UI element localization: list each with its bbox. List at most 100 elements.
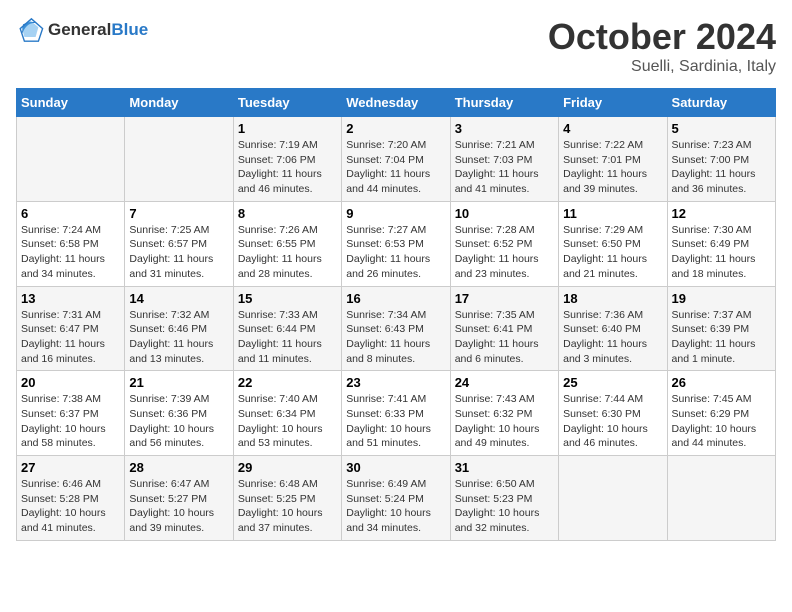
calendar-cell: 31 Sunrise: 6:50 AMSunset: 5:23 PMDayligh…: [450, 456, 558, 541]
calendar-cell: 24Sunrise: 7:43 AMSunset: 6:32 PMDayligh…: [450, 371, 558, 456]
day-detail: Sunrise: 7:34 AMSunset: 6:43 PMDaylight:…: [346, 309, 430, 365]
logo-text-general: General: [48, 20, 111, 39]
day-detail: Sunrise: 7:45 AMSunset: 6:29 PMDaylight:…: [672, 393, 757, 449]
day-number: 13: [21, 291, 120, 306]
calendar-header-row: SundayMondayTuesdayWednesdayThursdayFrid…: [17, 89, 776, 117]
day-detail: Sunrise: 6:49 AMSunset: 5:24 PMDaylight:…: [346, 478, 431, 534]
day-detail: Sunrise: 7:39 AMSunset: 6:36 PMDaylight:…: [129, 393, 214, 449]
calendar-cell: 3 Sunrise: 7:21 AMSunset: 7:03 PMDaylight…: [450, 117, 558, 202]
day-number: 26: [672, 375, 771, 390]
col-header-thursday: Thursday: [450, 89, 558, 117]
calendar-cell: 9 Sunrise: 7:27 AMSunset: 6:53 PMDaylight…: [342, 201, 450, 286]
calendar-week-2: 6Sunrise: 7:24 AMSunset: 6:58 PMDaylight…: [17, 201, 776, 286]
day-number: 27: [21, 460, 120, 475]
day-number: 15: [238, 291, 337, 306]
calendar-cell: [125, 117, 233, 202]
day-number: 21: [129, 375, 228, 390]
calendar-cell: 23 Sunrise: 7:41 AMSunset: 6:33 PMDayligh…: [342, 371, 450, 456]
day-number: 1: [238, 121, 337, 136]
day-detail: Sunrise: 7:38 AMSunset: 6:37 PMDaylight:…: [21, 393, 106, 449]
calendar-cell: 20 Sunrise: 7:38 AMSunset: 6:37 PMDayligh…: [17, 371, 125, 456]
day-detail: Sunrise: 6:50 AMSunset: 5:23 PMDaylight:…: [455, 478, 540, 534]
logo-text-blue: Blue: [111, 20, 148, 39]
day-number: 7: [129, 206, 228, 221]
day-detail: Sunrise: 7:31 AMSunset: 6:47 PMDaylight:…: [21, 309, 105, 365]
day-detail: Sunrise: 7:26 AMSunset: 6:55 PMDaylight:…: [238, 224, 322, 280]
col-header-sunday: Sunday: [17, 89, 125, 117]
calendar-cell: 27 Sunrise: 6:46 AMSunset: 5:28 PMDayligh…: [17, 456, 125, 541]
calendar-week-1: 1 Sunrise: 7:19 AMSunset: 7:06 PMDaylight…: [17, 117, 776, 202]
calendar-cell: 29 Sunrise: 6:48 AMSunset: 5:25 PMDayligh…: [233, 456, 341, 541]
day-number: 4: [563, 121, 662, 136]
day-detail: Sunrise: 7:29 AMSunset: 6:50 PMDaylight:…: [563, 224, 647, 280]
calendar-cell: 4 Sunrise: 7:22 AMSunset: 7:01 PMDaylight…: [559, 117, 667, 202]
day-number: 31: [455, 460, 554, 475]
calendar-cell: [17, 117, 125, 202]
calendar-cell: 21 Sunrise: 7:39 AMSunset: 6:36 PMDayligh…: [125, 371, 233, 456]
day-number: 17: [455, 291, 554, 306]
logo: GeneralBlue: [16, 16, 148, 44]
calendar-cell: 17 Sunrise: 7:35 AMSunset: 6:41 PMDayligh…: [450, 286, 558, 371]
title-block: October 2024 Suelli, Sardinia, Italy: [548, 16, 776, 76]
calendar-cell: 26 Sunrise: 7:45 AMSunset: 6:29 PMDayligh…: [667, 371, 775, 456]
day-detail: Sunrise: 7:25 AMSunset: 6:57 PMDaylight:…: [129, 224, 213, 280]
calendar-cell: [559, 456, 667, 541]
day-number: 11: [563, 206, 662, 221]
day-detail: Sunrise: 7:33 AMSunset: 6:44 PMDaylight:…: [238, 309, 322, 365]
col-header-wednesday: Wednesday: [342, 89, 450, 117]
col-header-tuesday: Tuesday: [233, 89, 341, 117]
calendar-cell: 28 Sunrise: 6:47 AMSunset: 5:27 PMDayligh…: [125, 456, 233, 541]
day-detail: Sunrise: 6:46 AMSunset: 5:28 PMDaylight:…: [21, 478, 106, 534]
day-number: 16: [346, 291, 445, 306]
day-detail: Sunrise: 7:41 AMSunset: 6:33 PMDaylight:…: [346, 393, 431, 449]
day-number: 25: [563, 375, 662, 390]
calendar-cell: 10Sunrise: 7:28 AMSunset: 6:52 PMDayligh…: [450, 201, 558, 286]
calendar-cell: 8 Sunrise: 7:26 AMSunset: 6:55 PMDaylight…: [233, 201, 341, 286]
calendar-cell: 16 Sunrise: 7:34 AMSunset: 6:43 PMDayligh…: [342, 286, 450, 371]
calendar-cell: 13 Sunrise: 7:31 AMSunset: 6:47 PMDayligh…: [17, 286, 125, 371]
col-header-saturday: Saturday: [667, 89, 775, 117]
day-number: 12: [672, 206, 771, 221]
day-detail: Sunrise: 6:48 AMSunset: 5:25 PMDaylight:…: [238, 478, 323, 534]
calendar-cell: 12Sunrise: 7:30 AMSunset: 6:49 PMDayligh…: [667, 201, 775, 286]
day-detail: Sunrise: 7:37 AMSunset: 6:39 PMDaylight:…: [672, 309, 756, 365]
calendar-cell: 19Sunrise: 7:37 AMSunset: 6:39 PMDayligh…: [667, 286, 775, 371]
calendar-week-4: 20 Sunrise: 7:38 AMSunset: 6:37 PMDayligh…: [17, 371, 776, 456]
day-number: 9: [346, 206, 445, 221]
day-number: 8: [238, 206, 337, 221]
day-detail: Sunrise: 7:23 AMSunset: 7:00 PMDaylight:…: [672, 139, 756, 195]
day-detail: Sunrise: 7:19 AMSunset: 7:06 PMDaylight:…: [238, 139, 322, 195]
calendar-cell: 30Sunrise: 6:49 AMSunset: 5:24 PMDayligh…: [342, 456, 450, 541]
day-detail: Sunrise: 7:44 AMSunset: 6:30 PMDaylight:…: [563, 393, 648, 449]
calendar-cell: 11 Sunrise: 7:29 AMSunset: 6:50 PMDayligh…: [559, 201, 667, 286]
day-detail: Sunrise: 7:43 AMSunset: 6:32 PMDaylight:…: [455, 393, 540, 449]
day-number: 5: [672, 121, 771, 136]
day-number: 29: [238, 460, 337, 475]
calendar-cell: 7 Sunrise: 7:25 AMSunset: 6:57 PMDaylight…: [125, 201, 233, 286]
sub-title: Suelli, Sardinia, Italy: [548, 58, 776, 76]
day-number: 3: [455, 121, 554, 136]
calendar-cell: 15 Sunrise: 7:33 AMSunset: 6:44 PMDayligh…: [233, 286, 341, 371]
day-number: 14: [129, 291, 228, 306]
day-detail: Sunrise: 6:47 AMSunset: 5:27 PMDaylight:…: [129, 478, 214, 534]
day-detail: Sunrise: 7:21 AMSunset: 7:03 PMDaylight:…: [455, 139, 539, 195]
day-number: 23: [346, 375, 445, 390]
day-detail: Sunrise: 7:32 AMSunset: 6:46 PMDaylight:…: [129, 309, 213, 365]
calendar-cell: 14 Sunrise: 7:32 AMSunset: 6:46 PMDayligh…: [125, 286, 233, 371]
calendar-cell: 2 Sunrise: 7:20 AMSunset: 7:04 PMDaylight…: [342, 117, 450, 202]
col-header-monday: Monday: [125, 89, 233, 117]
day-number: 20: [21, 375, 120, 390]
col-header-friday: Friday: [559, 89, 667, 117]
day-number: 2: [346, 121, 445, 136]
main-title: October 2024: [548, 16, 776, 58]
calendar-table: SundayMondayTuesdayWednesdayThursdayFrid…: [16, 88, 776, 541]
day-number: 10: [455, 206, 554, 221]
calendar-week-3: 13 Sunrise: 7:31 AMSunset: 6:47 PMDayligh…: [17, 286, 776, 371]
calendar-cell: 18Sunrise: 7:36 AMSunset: 6:40 PMDayligh…: [559, 286, 667, 371]
day-number: 28: [129, 460, 228, 475]
day-detail: Sunrise: 7:35 AMSunset: 6:41 PMDaylight:…: [455, 309, 539, 365]
day-detail: Sunrise: 7:40 AMSunset: 6:34 PMDaylight:…: [238, 393, 323, 449]
day-detail: Sunrise: 7:22 AMSunset: 7:01 PMDaylight:…: [563, 139, 647, 195]
day-detail: Sunrise: 7:27 AMSunset: 6:53 PMDaylight:…: [346, 224, 430, 280]
day-detail: Sunrise: 7:20 AMSunset: 7:04 PMDaylight:…: [346, 139, 430, 195]
